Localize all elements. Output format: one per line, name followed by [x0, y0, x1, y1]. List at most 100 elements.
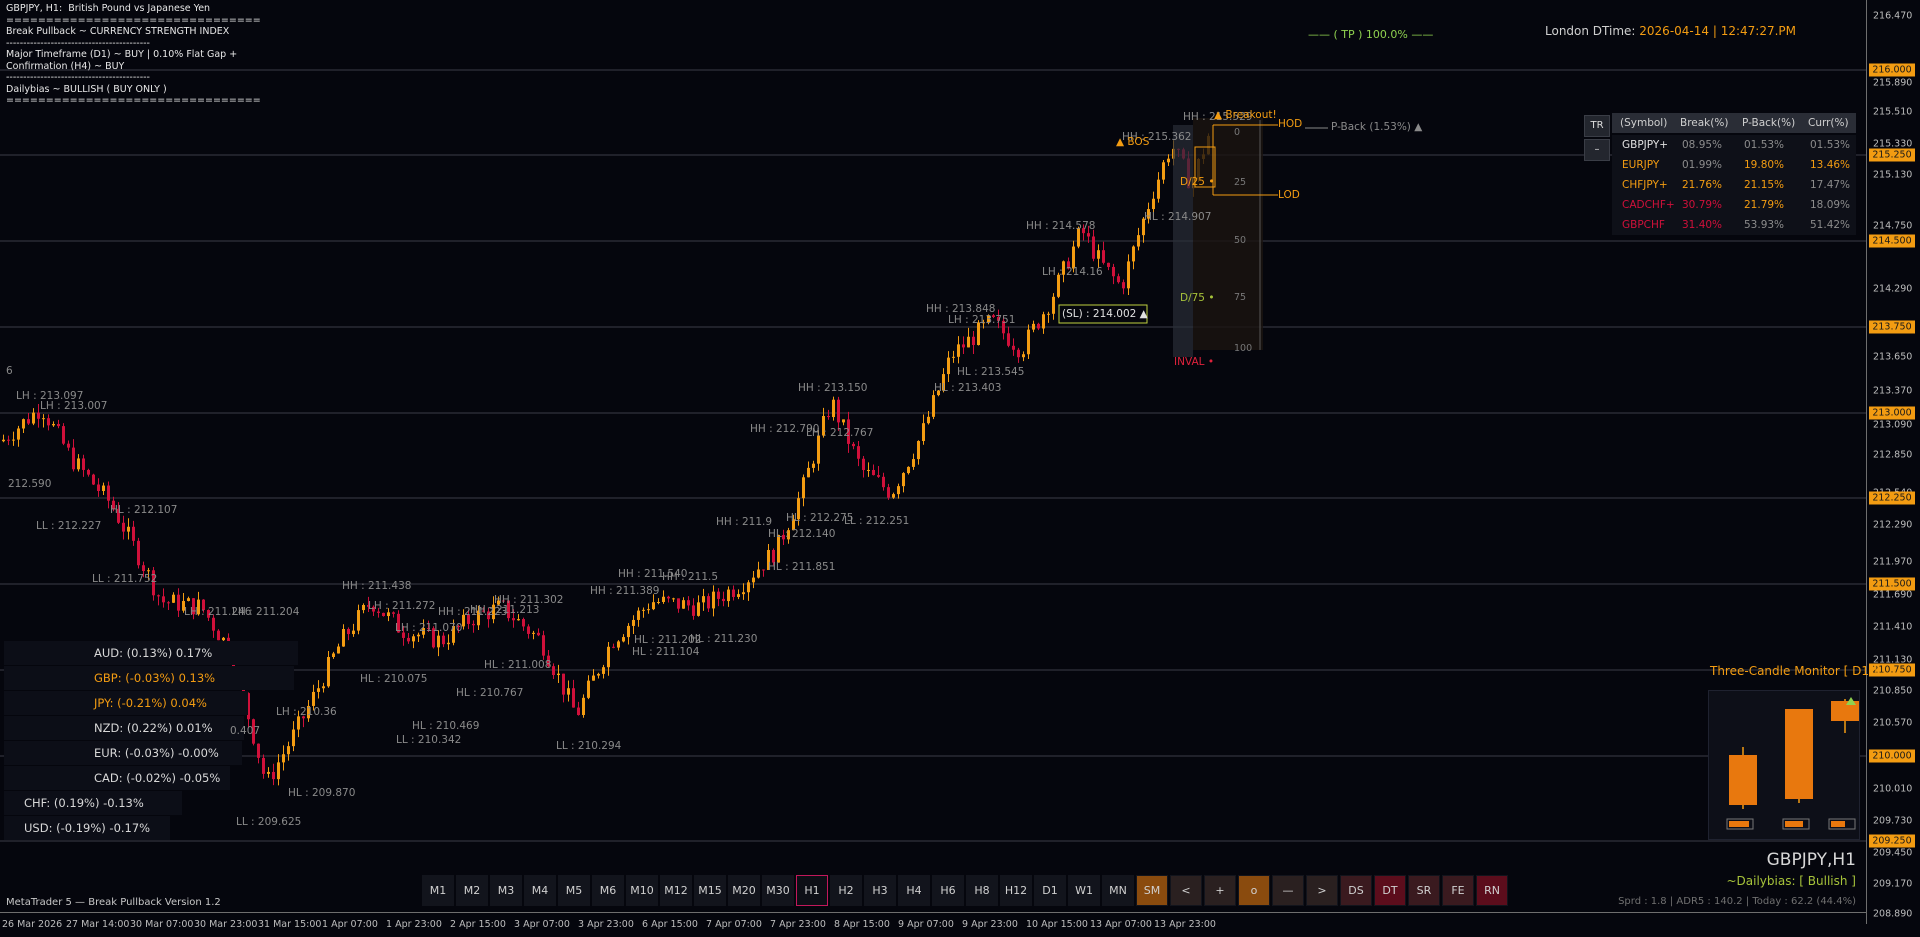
currency-value: JPY: (-0.21%) 0.04%: [94, 696, 207, 710]
timeframe-button-m2[interactable]: M2: [456, 875, 488, 906]
bear-candle: [717, 591, 720, 599]
d75-label: D/75 •: [1180, 292, 1215, 304]
bear-candle: [7, 439, 10, 441]
table-row[interactable]: GBPJPY+ 08.95% 01.53% 01.53%: [1612, 135, 1856, 155]
minimize-button[interactable]: –: [1584, 139, 1610, 161]
timeframe-button-d1[interactable]: D1: [1034, 875, 1066, 906]
timeframe-button-h2[interactable]: H2: [830, 875, 862, 906]
time-tick: 8 Apr 15:00: [834, 919, 890, 930]
timeframe-button-—[interactable]: —: [1272, 875, 1304, 906]
timeframe-button-m20[interactable]: M20: [728, 875, 760, 906]
swing-label: LL : 212.227: [36, 520, 102, 532]
timeframe-button-h3[interactable]: H3: [864, 875, 896, 906]
table-row[interactable]: CHFJPY+ 21.76% 21.15% 17.47%: [1612, 175, 1856, 195]
tr-button[interactable]: TR: [1584, 115, 1610, 137]
time-tick: 9 Apr 07:00: [898, 919, 954, 930]
swing-label: LH : 211.070: [395, 622, 463, 634]
bull-candle: [337, 646, 340, 654]
price-tick: 209.170: [1873, 878, 1913, 890]
bull-candle: [947, 357, 950, 375]
timeframe-button-o[interactable]: o: [1238, 875, 1270, 906]
cell-symbol: CHFJPY+: [1622, 179, 1668, 191]
bear-candle: [542, 635, 545, 656]
bear-candle: [97, 484, 100, 491]
timeframe-button-sm[interactable]: SM: [1136, 875, 1168, 906]
timeframe-button-h12[interactable]: H12: [1000, 875, 1032, 906]
timeframe-button->[interactable]: >: [1306, 875, 1338, 906]
table-row[interactable]: GBPCHF 31.40% 53.93% 51.42%: [1612, 215, 1856, 235]
bear-candle: [962, 344, 965, 348]
table-row[interactable]: EURJPY 01.99% 19.80% 13.46%: [1612, 155, 1856, 175]
bear-candle: [212, 617, 215, 631]
price-axis[interactable]: 216.470 215.890 215.510 215.330 215.130 214.7…: [1866, 0, 1920, 924]
bull-candle: [17, 428, 20, 440]
cell-break: 21.76%: [1682, 179, 1723, 191]
timeframe-button-h8[interactable]: H8: [966, 875, 998, 906]
bull-candle: [647, 609, 650, 611]
price-tick: 214.750: [1873, 220, 1913, 232]
time-tick: 31 Mar 15:00: [258, 919, 322, 930]
price-tick: 211.690: [1873, 589, 1913, 601]
timeframe-button-m30[interactable]: M30: [762, 875, 794, 906]
swing-label: 6: [6, 365, 13, 377]
cell-pback: 53.93%: [1744, 219, 1785, 231]
bear-candle: [732, 589, 735, 597]
bear-candle: [87, 469, 90, 475]
swing-label: HL : 211.104: [632, 646, 700, 658]
swing-label: LL : 210.294: [556, 740, 622, 752]
price-tick: 211.410: [1873, 621, 1913, 633]
timeframe-button-w1[interactable]: W1: [1068, 875, 1100, 906]
timeframe-button-+[interactable]: +: [1204, 875, 1236, 906]
timeframe-button-h1[interactable]: H1: [796, 875, 828, 906]
timeframe-button-dt[interactable]: DT: [1374, 875, 1406, 906]
swing-label: LH : 210.36: [276, 706, 337, 718]
cell-break: 31.40%: [1682, 219, 1723, 231]
pullback-scale-tick: 25: [1234, 177, 1247, 188]
timeframe-button-m4[interactable]: M4: [524, 875, 556, 906]
timeframe-button-m15[interactable]: M15: [694, 875, 726, 906]
swing-label: HH : 211.438: [342, 580, 412, 592]
timeframe-button-m5[interactable]: M5: [558, 875, 590, 906]
timeframe-button-<[interactable]: <: [1170, 875, 1202, 906]
bull-candle: [357, 610, 360, 631]
timeframe-button-m6[interactable]: M6: [592, 875, 624, 906]
bull-candle: [277, 762, 280, 780]
time-axis[interactable]: 26 Mar 2026 27 Mar 14:00 30 Mar 07:00 30 Ma…: [0, 912, 1866, 937]
swing-label: LH : 213.751: [948, 314, 1016, 326]
bull-candle: [1152, 198, 1155, 210]
bear-candle: [157, 595, 160, 597]
bull-candle: [682, 600, 685, 609]
timeframe-button-fe[interactable]: FE: [1442, 875, 1474, 906]
bear-candle: [857, 446, 860, 459]
table-row[interactable]: CADCHF+ 30.79% 21.79% 18.09%: [1612, 195, 1856, 215]
bear-candle: [1102, 250, 1105, 263]
timeframe-button-sr[interactable]: SR: [1408, 875, 1440, 906]
bear-candle: [162, 596, 165, 603]
bull-candle: [642, 609, 645, 611]
price-level-tag: 210.000: [1869, 749, 1915, 763]
cell-symbol: EURJPY: [1622, 159, 1660, 171]
timeframe-button-ds[interactable]: DS: [1340, 875, 1372, 906]
swing-label: HL : 210.767: [456, 687, 524, 699]
time-tick: 26 Mar 2026: [2, 919, 63, 930]
timeframe-button-h4[interactable]: H4: [898, 875, 930, 906]
price-tick: 214.290: [1873, 283, 1913, 295]
bear-candle: [687, 600, 690, 606]
timeframe-button-m1[interactable]: M1: [422, 875, 454, 906]
cell-curr: 51.42%: [1810, 219, 1851, 231]
timeframe-button-m3[interactable]: M3: [490, 875, 522, 906]
timeframe-button-m12[interactable]: M12: [660, 875, 692, 906]
bull-candle: [327, 657, 330, 687]
price-tick: 211.970: [1873, 556, 1913, 568]
timeframe-button-m10[interactable]: M10: [626, 875, 658, 906]
timeframe-button-mn[interactable]: MN: [1102, 875, 1134, 906]
time-tick: 1 Apr 23:00: [386, 919, 442, 930]
bull-candle: [807, 467, 810, 478]
bear-candle: [107, 485, 110, 501]
info-line: ================================: [6, 95, 261, 106]
bear-candle: [1087, 233, 1090, 237]
bull-candle: [2, 439, 5, 442]
timeframe-button-h6[interactable]: H6: [932, 875, 964, 906]
cell-break: 30.79%: [1682, 199, 1723, 211]
timeframe-button-rn[interactable]: RN: [1476, 875, 1508, 906]
